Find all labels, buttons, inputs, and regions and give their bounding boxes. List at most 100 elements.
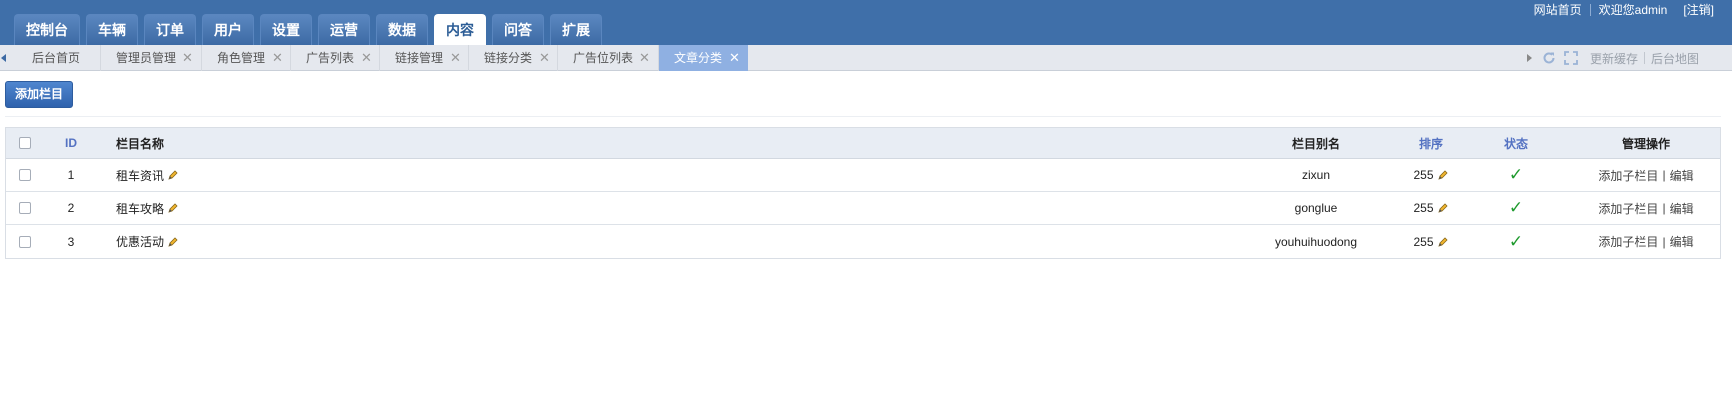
nav-tab-extensions[interactable]: 扩展 — [550, 14, 602, 45]
table-header-row: ID 栏目名称 栏目别名 排序 状态 管理操作 — [6, 128, 1720, 159]
row-name: 租车攻略 — [116, 201, 165, 216]
refresh-cache-link[interactable]: 更新缓存 — [1584, 50, 1644, 67]
tabs-scroll-right-icon[interactable] — [1523, 45, 1537, 71]
header-id[interactable]: ID — [56, 128, 86, 158]
sitemap-link[interactable]: 后台地图 — [1645, 50, 1705, 67]
row-name-cell: 租车攻略 — [116, 192, 516, 224]
page-tab-label: 链接管理 — [395, 51, 444, 65]
header-name: 栏目名称 — [116, 136, 165, 151]
page-tab-label: 广告位列表 — [573, 51, 634, 65]
row-select-cell — [6, 159, 43, 191]
row-order: 255 — [1413, 201, 1434, 215]
tabs-scroll-left-icon[interactable] — [0, 45, 14, 71]
header-status[interactable]: 状态 — [1496, 128, 1536, 158]
check-icon[interactable]: ✓ — [1509, 198, 1523, 218]
nav-tab-orders[interactable]: 订单 — [144, 14, 196, 45]
page-tab-ad-position-list[interactable]: 广告位列表 ✕ — [558, 45, 659, 71]
nav-tab-settings[interactable]: 设置 — [260, 14, 312, 45]
page-tab-label: 角色管理 — [217, 51, 266, 65]
edit-link[interactable]: 编辑 — [1670, 233, 1694, 250]
add-child-category-link[interactable]: 添加子栏目 — [1598, 233, 1658, 250]
header-order[interactable]: 排序 — [1401, 128, 1461, 158]
site-home-link[interactable]: 网站首页 — [1526, 3, 1590, 17]
row-checkbox[interactable] — [18, 169, 31, 181]
pencil-icon[interactable] — [167, 236, 179, 248]
page-tab-label: 链接分类 — [484, 51, 533, 65]
strip-tools: 更新缓存 后台地图 — [1540, 45, 1705, 71]
pencil-icon[interactable] — [167, 202, 179, 214]
edit-link[interactable]: 编辑 — [1670, 200, 1694, 217]
close-icon[interactable]: ✕ — [450, 45, 461, 71]
logout-link[interactable]: [注销] — [1675, 3, 1722, 17]
row-status-cell: ✓ — [1496, 225, 1536, 258]
edit-link[interactable]: 编辑 — [1670, 167, 1694, 184]
page-tab-label: 后台首页 — [32, 51, 81, 65]
page-tab-article-category[interactable]: 文章分类 ✕ — [659, 45, 748, 71]
row-checkbox[interactable] — [18, 202, 31, 214]
add-child-category-link[interactable]: 添加子栏目 — [1598, 200, 1658, 217]
row-order-cell: 255 — [1401, 225, 1461, 258]
close-icon[interactable]: ✕ — [539, 45, 550, 71]
page-tab-link-category[interactable]: 链接分类 ✕ — [469, 45, 558, 71]
row-checkbox[interactable] — [18, 235, 31, 248]
nav-tab-dashboard[interactable]: 控制台 — [14, 14, 80, 45]
page-tab-label: 广告列表 — [306, 51, 355, 65]
row-ops: 添加子栏目 | 编辑 — [1576, 192, 1716, 224]
page-tab-role-manage[interactable]: 角色管理 ✕ — [202, 45, 291, 71]
close-icon[interactable]: ✕ — [361, 45, 372, 71]
pencil-icon[interactable] — [1437, 236, 1449, 248]
page-tab-ad-list[interactable]: 广告列表 ✕ — [291, 45, 380, 71]
row-name-cell: 优惠活动 — [116, 225, 516, 258]
page-tabs: 后台首页 管理员管理 ✕ 角色管理 ✕ 广告列表 ✕ 链接管理 ✕ 链接分类 ✕… — [14, 45, 748, 71]
check-icon[interactable]: ✓ — [1509, 165, 1523, 185]
row-name: 租车资讯 — [116, 168, 165, 183]
page-tab-label: 文章分类 — [674, 51, 723, 65]
add-child-category-link[interactable]: 添加子栏目 — [1598, 167, 1658, 184]
row-select-cell — [6, 192, 43, 224]
nav-tab-qa[interactable]: 问答 — [492, 14, 544, 45]
fullscreen-icon[interactable] — [1562, 49, 1580, 67]
close-icon[interactable]: ✕ — [729, 45, 740, 71]
row-status-cell: ✓ — [1496, 192, 1536, 224]
top-header: 控制台 车辆 订单 用户 设置 运营 数据 内容 问答 扩展 网站首页 欢迎您a… — [0, 0, 1732, 46]
pencil-icon[interactable] — [1437, 202, 1449, 214]
close-icon[interactable]: ✕ — [182, 45, 193, 71]
nav-tab-content[interactable]: 内容 — [434, 14, 486, 46]
main-nav: 控制台 车辆 订单 用户 设置 运营 数据 内容 问答 扩展 — [14, 14, 608, 46]
category-table: ID 栏目名称 栏目别名 排序 状态 管理操作 1 租车资讯 zixun 255… — [5, 127, 1721, 259]
nav-tab-vehicles[interactable]: 车辆 — [86, 14, 138, 45]
nav-tab-users[interactable]: 用户 — [202, 14, 254, 45]
row-order-cell: 255 — [1401, 192, 1461, 224]
pencil-icon[interactable] — [1437, 169, 1449, 181]
row-ops: 添加子栏目 | 编辑 — [1576, 159, 1716, 191]
nav-tab-operations[interactable]: 运营 — [318, 14, 370, 45]
table-row: 1 租车资讯 zixun 255 ✓ 添加子栏目 | 编辑 — [6, 159, 1720, 192]
row-name-cell: 租车资讯 — [116, 159, 516, 191]
ops-separator: | — [1662, 168, 1666, 182]
nav-tab-data[interactable]: 数据 — [376, 14, 428, 45]
row-id: 1 — [67, 168, 75, 182]
ops-separator: | — [1662, 201, 1666, 215]
table-row: 2 租车攻略 gonglue 255 ✓ 添加子栏目 | 编辑 — [6, 192, 1720, 225]
ops-separator: | — [1662, 234, 1666, 249]
pencil-icon[interactable] — [167, 169, 179, 181]
row-id: 2 — [67, 201, 75, 215]
check-icon[interactable]: ✓ — [1509, 232, 1523, 252]
welcome-text: 欢迎您admin — [1598, 3, 1668, 17]
close-icon[interactable]: ✕ — [272, 45, 283, 71]
close-icon[interactable]: ✕ — [639, 45, 650, 71]
add-category-button[interactable]: 添加栏目 — [5, 81, 73, 108]
row-id: 3 — [67, 234, 75, 249]
row-order: 255 — [1413, 168, 1434, 182]
page-tab-admin-manage[interactable]: 管理员管理 ✕ — [101, 45, 202, 71]
row-alias: zixun — [1301, 168, 1330, 182]
row-ops: 添加子栏目 | 编辑 — [1576, 225, 1716, 258]
table-row: 3 优惠活动 youhuihuodong 255 ✓ 添加子栏目 | 编辑 — [6, 225, 1720, 258]
page-tab-link-manage[interactable]: 链接管理 ✕ — [380, 45, 469, 71]
select-all-checkbox[interactable] — [18, 137, 31, 149]
page-tab-home[interactable]: 后台首页 — [14, 45, 101, 71]
row-order-cell: 255 — [1401, 159, 1461, 191]
refresh-icon[interactable] — [1540, 49, 1558, 67]
row-status-cell: ✓ — [1496, 159, 1536, 191]
row-name: 优惠活动 — [116, 235, 165, 249]
